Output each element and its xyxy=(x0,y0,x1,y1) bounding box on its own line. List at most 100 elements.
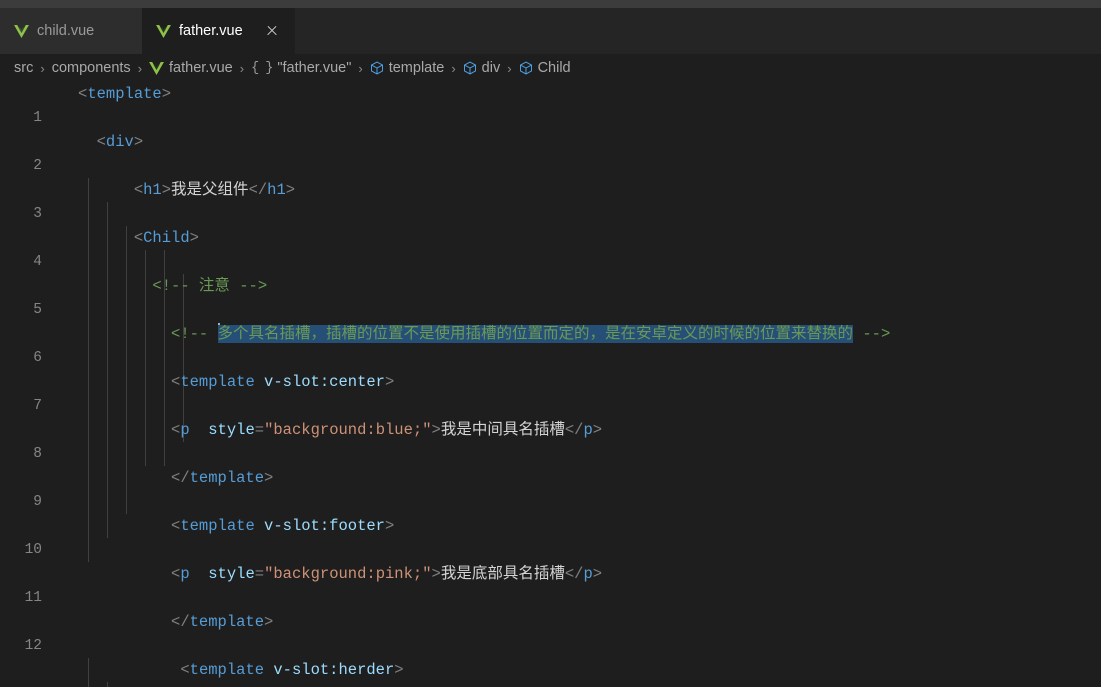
line-number: 3 xyxy=(33,206,42,222)
line-number: 6 xyxy=(33,350,42,366)
token: < xyxy=(78,85,88,103)
token: < xyxy=(133,229,144,247)
breadcrumb-label: father.vue xyxy=(169,60,233,76)
breadcrumb-item-components[interactable]: components xyxy=(50,60,133,76)
line-text: <!-- 注意 --> xyxy=(78,274,267,298)
token: = xyxy=(254,421,265,439)
token: </ xyxy=(564,421,584,439)
token: template xyxy=(180,517,255,535)
breadcrumb-separator: › xyxy=(40,60,45,76)
vue-icon xyxy=(156,24,171,38)
braces-icon: { } xyxy=(251,60,273,76)
token: > xyxy=(161,85,172,103)
code-line: 3 <h1>我是父组件</h1> xyxy=(0,178,1101,222)
code-line: 11 <p style="background:pink;">我是底部具名插槽<… xyxy=(0,562,1101,606)
code-line: 1 <template> xyxy=(0,82,1101,126)
token: --> xyxy=(853,325,891,343)
token: <!-- xyxy=(171,325,218,343)
token: = xyxy=(254,565,265,583)
token: template xyxy=(180,373,255,391)
line-text: <p style="background:pink;">我是底部具名插槽</p> xyxy=(78,562,602,586)
token: > xyxy=(189,229,199,247)
token: Child xyxy=(143,229,190,247)
line-number: 7 xyxy=(33,398,42,414)
title-bar-strip xyxy=(0,0,1101,8)
code-line: 10 <template v-slot:footer> xyxy=(0,514,1101,558)
cube-icon xyxy=(463,61,476,75)
token: < xyxy=(133,181,144,199)
tab-father-vue[interactable]: father.vue xyxy=(142,8,295,54)
code-line: 2 <div> xyxy=(0,130,1101,174)
token: "background:blue;" xyxy=(264,421,432,439)
token: template xyxy=(189,661,265,679)
close-icon[interactable] xyxy=(263,22,281,40)
cube-icon xyxy=(370,61,383,75)
breadcrumb-separator: › xyxy=(358,60,363,76)
token: 我是底部具名插槽 xyxy=(440,565,565,583)
code-line-selected: 6 <!-- 多个具名插槽，插槽的位置不是使用插槽的位置而定的，是在安卓定义的时… xyxy=(0,322,1101,366)
token: 我是中间具名插槽 xyxy=(440,421,565,439)
tab-label: father.vue xyxy=(179,23,243,39)
breadcrumb-item-child[interactable]: Child xyxy=(517,60,573,76)
token: p xyxy=(583,421,593,439)
selected-text: 多个具名插槽，插槽的位置不是使用插槽的位置而定的，是在安卓定义的时候的位置来替换… xyxy=(217,325,854,343)
line-text: <template v-slot:footer> xyxy=(78,514,394,538)
tab-bar-empty-space xyxy=(295,8,1101,54)
breadcrumb-item-div[interactable]: div xyxy=(461,60,503,76)
line-number: 13 xyxy=(0,682,42,687)
token: > xyxy=(384,517,395,535)
token: < xyxy=(171,517,181,535)
tab-label: child.vue xyxy=(37,23,95,39)
breadcrumb-item-src[interactable]: src xyxy=(12,60,35,76)
token: < xyxy=(171,373,181,391)
breadcrumb-separator: › xyxy=(239,60,245,76)
line-number: 5 xyxy=(33,302,42,318)
vscode-window: child.vue father.vue src › components › … xyxy=(0,0,1101,687)
token: div xyxy=(105,133,134,151)
line-number: 2 xyxy=(33,158,42,174)
breadcrumb-label: template xyxy=(388,60,445,76)
token: < xyxy=(96,133,106,151)
tab-child-vue[interactable]: child.vue xyxy=(0,8,142,54)
code-line: 7 <template v-slot:center> xyxy=(0,370,1101,414)
token: </ xyxy=(171,613,190,631)
code-line: 4 <Child> xyxy=(0,226,1101,270)
token: h1 xyxy=(143,181,162,199)
code-editor[interactable]: 1 <template> 2 <div> 3 <h1>我是父组件</h1> 4 … xyxy=(0,82,1101,687)
token: > xyxy=(431,421,441,439)
token: 我是父组件 xyxy=(171,181,249,199)
breadcrumb-item-father-vue[interactable]: father.vue xyxy=(147,60,235,76)
line-text: </template> xyxy=(78,466,273,490)
line-text: <template v-slot:center> xyxy=(78,370,394,394)
line-number: 8 xyxy=(33,446,42,462)
line-number: 11 xyxy=(24,590,42,606)
breadcrumb-separator: › xyxy=(451,60,456,76)
token: > xyxy=(264,469,274,487)
line-text: <p style="background:blue;">我是中间具名插槽</p> xyxy=(78,418,602,442)
breadcrumb-item-template[interactable]: template xyxy=(368,60,447,76)
token: </ xyxy=(171,469,190,487)
line-number: 1 xyxy=(33,110,42,126)
token: </ xyxy=(564,565,584,583)
token: v-slot:herder xyxy=(264,661,395,679)
token: "background:pink;" xyxy=(264,565,432,583)
line-text: <template v-slot:herder> xyxy=(78,658,403,682)
token: > xyxy=(264,613,274,631)
line-number: 10 xyxy=(24,542,42,558)
code-line: 5 <!-- 注意 --> xyxy=(0,274,1101,318)
line-text: <Child> xyxy=(78,226,199,250)
token: <!-- 注意 --> xyxy=(152,277,268,295)
line-text: </template> xyxy=(78,610,273,634)
token: style xyxy=(189,421,255,439)
token: < xyxy=(180,661,190,679)
token: template xyxy=(189,469,265,487)
breadcrumb-item-father-vue-symbol[interactable]: { } "father.vue" xyxy=(249,60,353,76)
